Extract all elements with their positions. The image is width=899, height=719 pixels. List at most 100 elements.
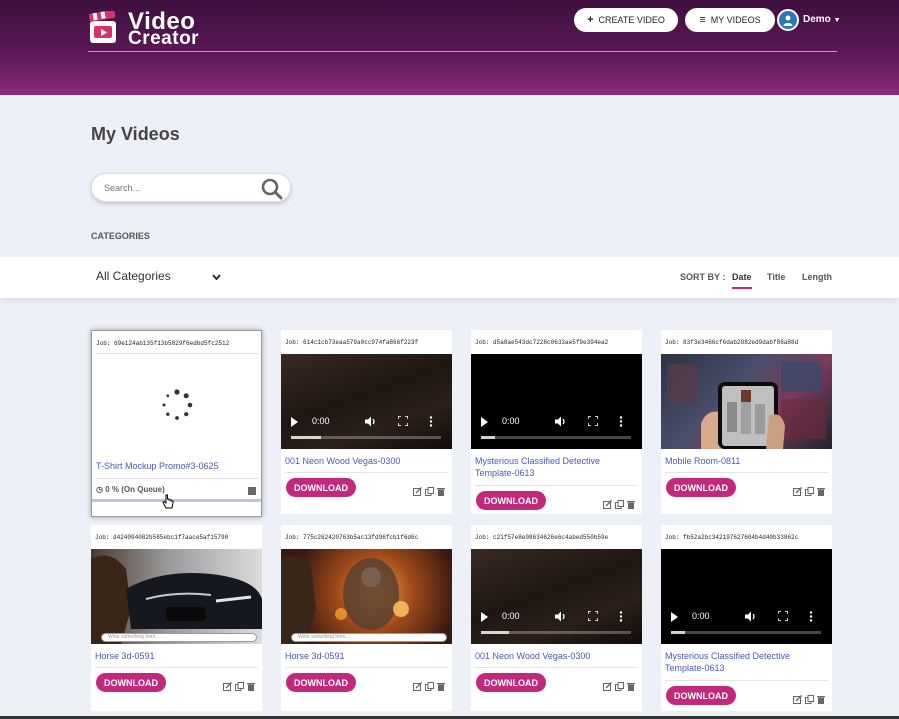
fullscreen-icon[interactable] xyxy=(588,611,598,621)
download-button[interactable]: DOWNLOAD xyxy=(286,478,356,497)
progress-bar xyxy=(92,499,261,502)
play-icon[interactable] xyxy=(291,417,298,427)
video-player[interactable]: 0:00 xyxy=(661,549,832,644)
card-divider xyxy=(95,667,258,668)
card-divider xyxy=(475,667,638,668)
categories-label: CATEGORIES xyxy=(91,231,150,241)
copy-icon[interactable] xyxy=(235,678,244,696)
video-title[interactable]: 001 Neon Wood Vegas-0300 xyxy=(475,650,625,662)
video-thumbnail[interactable] xyxy=(661,354,832,449)
video-title[interactable]: Mysterious Classified Detective Template… xyxy=(665,650,815,674)
fullscreen-icon[interactable] xyxy=(778,611,788,621)
video-player[interactable]: 0:00 xyxy=(471,549,642,644)
video-title[interactable]: 001 Neon Wood Vegas-0300 xyxy=(285,455,435,467)
more-options-icon[interactable] xyxy=(619,416,623,427)
comment-input[interactable]: Write something here... xyxy=(291,633,447,642)
trash-icon[interactable] xyxy=(437,483,445,501)
volume-icon[interactable] xyxy=(365,416,377,427)
trash-icon[interactable] xyxy=(247,678,255,696)
video-thumbnail[interactable]: Write something here... xyxy=(91,549,262,644)
trash-icon[interactable] xyxy=(817,483,825,501)
seek-bar[interactable] xyxy=(481,436,631,439)
user-menu[interactable]: Demo ▼ xyxy=(803,14,841,25)
edit-icon[interactable] xyxy=(603,496,612,514)
more-options-icon[interactable] xyxy=(619,611,623,622)
copy-icon[interactable] xyxy=(615,678,624,696)
more-options-icon[interactable] xyxy=(429,416,433,427)
logo-text-creator: Creator xyxy=(128,28,200,49)
seek-bar[interactable] xyxy=(671,631,821,634)
search-box[interactable] xyxy=(91,173,291,202)
card-actions xyxy=(603,496,637,509)
comment-input[interactable]: Write something here... xyxy=(101,633,257,642)
video-title[interactable]: Horse 3d-0591 xyxy=(285,650,435,662)
video-time: 0:00 xyxy=(692,611,710,621)
edit-icon[interactable] xyxy=(413,678,422,696)
edit-icon[interactable] xyxy=(603,678,612,696)
edit-icon[interactable] xyxy=(793,483,802,501)
video-player[interactable]: 0:00 xyxy=(471,354,642,449)
header-divider xyxy=(88,51,837,52)
video-player[interactable]: 0:00 xyxy=(281,354,452,449)
fullscreen-icon[interactable] xyxy=(398,416,408,426)
job-id: Job: c21f57e8e08634626e6c4abed550b59e xyxy=(475,534,609,541)
cancel-icon[interactable] xyxy=(248,487,256,495)
fullscreen-icon[interactable] xyxy=(588,416,598,426)
sort-title-option[interactable]: Title xyxy=(767,272,785,282)
video-title[interactable]: Horse 3d-0591 xyxy=(95,650,245,662)
download-button[interactable]: DOWNLOAD xyxy=(476,673,546,692)
video-title[interactable]: Mobile Room-0811 xyxy=(665,455,815,467)
hand-cursor-icon xyxy=(162,494,174,509)
sort-date-option[interactable]: Date xyxy=(732,272,752,289)
edit-icon[interactable] xyxy=(413,483,422,501)
download-button[interactable]: DOWNLOAD xyxy=(96,673,166,692)
horse-car-image xyxy=(91,555,262,644)
volume-icon[interactable] xyxy=(555,416,567,427)
copy-icon[interactable] xyxy=(425,483,434,501)
card-actions xyxy=(413,483,447,496)
video-controls: 0:00 xyxy=(281,409,452,449)
app-logo[interactable]: Video Creator xyxy=(88,8,218,49)
play-icon[interactable] xyxy=(671,612,678,622)
video-time: 0:00 xyxy=(312,416,330,426)
video-title[interactable]: Mysterious Classified Detective Template… xyxy=(475,455,625,479)
play-icon[interactable] xyxy=(481,417,488,427)
download-button[interactable]: DOWNLOAD xyxy=(286,673,356,692)
category-select[interactable]: All Categories xyxy=(96,269,171,283)
sort-length-option[interactable]: Length xyxy=(802,272,832,282)
seek-bar[interactable] xyxy=(481,631,631,634)
seek-bar[interactable] xyxy=(291,436,441,439)
card-divider xyxy=(475,485,638,486)
trash-icon[interactable] xyxy=(437,678,445,696)
volume-icon[interactable] xyxy=(745,611,757,622)
my-videos-button[interactable]: ≡ MY VIDEOS xyxy=(685,8,775,32)
video-title[interactable]: T-Shirt Mockup Promo#3-0625 xyxy=(96,460,246,472)
download-button[interactable]: DOWNLOAD xyxy=(666,478,736,497)
video-thumbnail[interactable]: Write something here... xyxy=(281,549,452,644)
create-video-button[interactable]: + CREATE VIDEO xyxy=(574,8,678,32)
more-options-icon[interactable] xyxy=(809,611,813,622)
edit-icon[interactable] xyxy=(223,678,232,696)
play-icon[interactable] xyxy=(481,612,488,622)
avatar[interactable] xyxy=(777,9,799,31)
edit-icon[interactable] xyxy=(793,691,802,709)
header: Video Creator + CREATE VIDEO ≡ MY VIDEOS… xyxy=(0,0,899,95)
video-card: Job: 614c1cb73eaa579a0cc974fa866f223f 0:… xyxy=(281,330,452,514)
video-card: Job: 69e124ab135f13b5829f6edbd5fc2512 T-… xyxy=(91,330,262,517)
download-button[interactable]: DOWNLOAD xyxy=(476,491,546,510)
trash-icon[interactable] xyxy=(627,496,635,514)
copy-icon[interactable] xyxy=(615,496,624,514)
copy-icon[interactable] xyxy=(425,678,434,696)
copy-icon[interactable] xyxy=(805,483,814,501)
search-input[interactable] xyxy=(104,181,254,195)
download-button[interactable]: DOWNLOAD xyxy=(666,686,736,705)
copy-icon[interactable] xyxy=(805,691,814,709)
card-actions xyxy=(603,678,637,691)
video-card: Job: 775c262420763b5ac13fd96fcb1f6d6c Wr… xyxy=(281,525,452,711)
trash-icon[interactable] xyxy=(817,691,825,709)
video-controls: 0:00 xyxy=(471,604,642,644)
chevron-down-icon[interactable] xyxy=(212,274,221,280)
volume-icon[interactable] xyxy=(555,611,567,622)
trash-icon[interactable] xyxy=(627,678,635,696)
search-icon[interactable] xyxy=(261,178,283,200)
